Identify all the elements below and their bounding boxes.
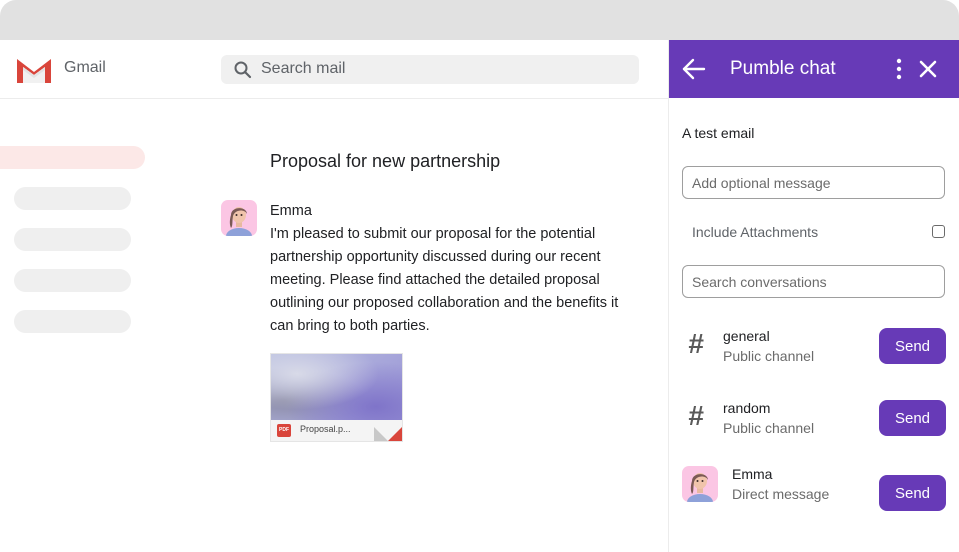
search-conversations-input[interactable] xyxy=(682,265,945,298)
avatar xyxy=(682,466,718,502)
more-vertical-icon[interactable] xyxy=(889,57,909,81)
attachment-info-bar: PDF Proposal.p... xyxy=(271,420,402,441)
attachment-preview xyxy=(271,354,402,420)
pumble-header: Pumble chat xyxy=(669,40,959,98)
email-sender: Emma xyxy=(270,203,312,219)
attachment-name: Proposal.p... xyxy=(300,424,351,434)
include-attachments-checkbox[interactable] xyxy=(932,225,945,238)
gmail-logo-icon xyxy=(17,59,51,83)
email-body: I'm pleased to submit our proposal for t… xyxy=(270,226,619,334)
sidebar-item[interactable] xyxy=(14,269,131,292)
conversation-type: Public channel xyxy=(723,420,815,436)
send-button[interactable]: Send xyxy=(879,400,946,436)
include-attachments-label: Include Attachments xyxy=(692,224,819,240)
conversation-name: random xyxy=(723,400,771,416)
attachment-card[interactable]: PDF Proposal.p... xyxy=(270,353,403,442)
email-subject: Proposal for new partnership xyxy=(270,151,501,171)
hash-icon: # xyxy=(688,328,704,359)
hash-icon: # xyxy=(688,400,704,431)
email-title: A test email xyxy=(682,125,755,141)
search-placeholder: Search mail xyxy=(261,60,346,77)
pdf-icon: PDF xyxy=(277,424,291,437)
sender-avatar xyxy=(221,200,257,236)
page-corner-icon xyxy=(388,427,402,441)
send-button[interactable]: Send xyxy=(879,475,946,511)
search-mail-input[interactable]: Search mail xyxy=(221,55,639,84)
gmail-window: Gmail Search mail Proposal for new partn… xyxy=(0,40,668,552)
close-icon[interactable] xyxy=(918,59,938,79)
conversation-type: Direct message xyxy=(732,486,830,502)
sidebar-item[interactable] xyxy=(14,187,131,210)
page-fold-icon xyxy=(374,427,388,441)
sidebar-item-active[interactable] xyxy=(0,146,145,169)
avatar-person-icon xyxy=(226,207,252,236)
conversation-name: general xyxy=(723,328,770,344)
sidebar-item[interactable] xyxy=(14,310,131,333)
pumble-title: Pumble chat xyxy=(730,58,836,79)
search-icon xyxy=(234,61,252,79)
conversation-name: Emma xyxy=(732,466,773,482)
gmail-app-name: Gmail xyxy=(64,59,106,76)
sidebar-item[interactable] xyxy=(14,228,131,251)
conversation-type: Public channel xyxy=(723,348,815,364)
optional-message-input[interactable] xyxy=(682,166,945,199)
gmail-header: Gmail Search mail xyxy=(0,40,668,99)
avatar-person-icon xyxy=(687,473,713,502)
pumble-panel: Pumble chat A test email Include Attachm… xyxy=(668,40,959,552)
browser-top-bar xyxy=(0,0,959,40)
back-arrow-icon[interactable] xyxy=(681,56,707,82)
send-button[interactable]: Send xyxy=(879,328,946,364)
